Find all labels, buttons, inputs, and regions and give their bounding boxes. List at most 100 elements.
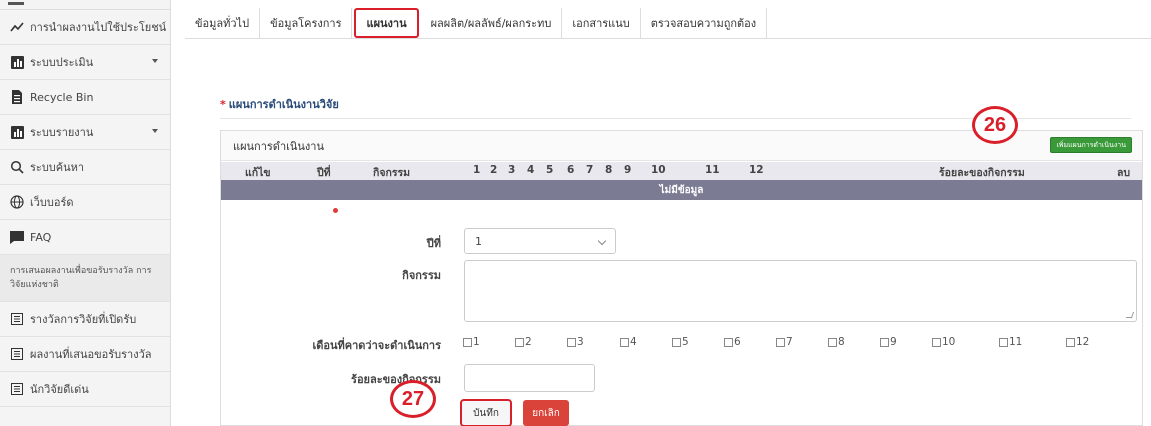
section-title: * แผนการดำเนินงานวิจัย: [220, 95, 339, 113]
month-label: 7: [786, 336, 793, 348]
year-label: ปีที่: [426, 237, 441, 250]
col-edit: แก้ไข: [245, 167, 271, 179]
month-label: 9: [890, 336, 897, 348]
sidebar-item-label: การนำผลงานไปใช้ประโยชน์: [30, 21, 167, 34]
checkbox-icon: [620, 337, 629, 347]
bar-chart-icon: [10, 55, 24, 69]
col-month-11: 11: [705, 164, 720, 176]
month-label: 3: [577, 336, 584, 348]
month-checkbox-4[interactable]: 4: [620, 336, 637, 348]
plan-panel: แผนการดำเนินงาน เพิ่มแผนการดำเนินงาน แก้…: [220, 130, 1143, 426]
col-month-5: 5: [546, 164, 554, 176]
sidebar-item-label: FAQ: [30, 230, 52, 244]
month-label: 5: [682, 336, 689, 348]
step-badge-27: 27: [390, 380, 436, 418]
no-data-row: ไม่มีข้อมูล: [221, 180, 1142, 200]
section-title-text: แผนการดำเนินงานวิจัย: [228, 98, 339, 111]
month-checkbox-5[interactable]: 5: [672, 336, 689, 348]
sidebar-item-reports[interactable]: ระบบรายงาน: [0, 115, 170, 150]
tab-project[interactable]: ข้อมูลโครงการ: [260, 8, 353, 38]
message-icon: [10, 230, 24, 244]
activity-label: กิจกรรม: [402, 269, 441, 282]
sidebar-item-submitted-works[interactable]: ผลงานที่เสนอขอรับรางวัล: [0, 337, 170, 372]
col-delete: ลบ: [1117, 167, 1131, 179]
caret-down-icon: [152, 59, 158, 63]
sidebar-item-faq[interactable]: FAQ: [0, 220, 170, 255]
list-icon: [10, 347, 24, 361]
sidebar-section-label: การเสนอผลงานเพื่อขอรับรางวัล การวิจัยแห่…: [10, 266, 152, 290]
month-label: 4: [630, 336, 637, 348]
tab-general[interactable]: ข้อมูลทั่วไป: [185, 8, 261, 38]
sidebar-item-label: ระบบประเมิน: [30, 56, 94, 69]
add-plan-button[interactable]: เพิ่มแผนการดำเนินงาน: [1050, 137, 1132, 153]
month-checkbox-7[interactable]: 7: [776, 336, 793, 348]
months-label: เดือนที่คาดว่าจะดำเนินการ: [312, 339, 441, 352]
col-month-4: 4: [527, 164, 535, 176]
sidebar-item-recycle-bin[interactable]: Recycle Bin: [0, 80, 170, 115]
month-checkbox-3[interactable]: 3: [567, 336, 584, 348]
checkbox-icon: [776, 337, 785, 347]
sidebar-item-label: รางวัลการวิจัยที่เปิดรับ: [30, 313, 137, 326]
month-checkbox-9[interactable]: 9: [880, 336, 897, 348]
col-month-8: 8: [605, 164, 613, 176]
sidebar-item-utilization[interactable]: การนำผลงานไปใช้ประโยชน์: [0, 10, 170, 45]
month-checkbox-6[interactable]: 6: [724, 336, 741, 348]
sidebar-item-outstanding-researcher[interactable]: นักวิจัยดีเด่น: [0, 372, 170, 407]
col-month-12: 12: [749, 164, 764, 176]
menu-icon[interactable]: [8, 2, 24, 5]
resize-grip-icon[interactable]: [1125, 312, 1135, 318]
sidebar-item-label: Recycle Bin: [30, 90, 94, 104]
table-header: แก้ไข ปีที่ กิจกรรม 1 2 3 4 5 6 7 8 9 10…: [221, 162, 1142, 180]
sidebar-item-label: เว็บบอร์ด: [30, 196, 74, 209]
tab-outputs[interactable]: ผลผลิต/ผลลัพธ์/ผลกระทบ: [421, 8, 563, 38]
tab-validation[interactable]: ตรวจสอบความถูกต้อง: [641, 8, 768, 38]
col-month-7: 7: [586, 164, 594, 176]
col-month-9: 9: [624, 164, 632, 176]
col-month-2: 2: [490, 164, 498, 176]
month-label: 10: [942, 336, 956, 348]
bar-chart-icon: [10, 125, 24, 139]
month-checkbox-11[interactable]: 11: [999, 336, 1022, 348]
month-checkbox-8[interactable]: 8: [828, 336, 845, 348]
col-month-3: 3: [508, 164, 516, 176]
save-button[interactable]: บันทึก: [460, 399, 512, 426]
checkbox-icon: [1066, 337, 1075, 347]
sidebar-top: [0, 0, 170, 10]
sidebar-item-webboard[interactable]: เว็บบอร์ด: [0, 185, 170, 220]
cursor-dot: [333, 208, 338, 213]
month-label: 2: [525, 336, 532, 348]
month-checkbox-12[interactable]: 12: [1066, 336, 1089, 348]
month-label: 12: [1076, 336, 1090, 348]
month-checkbox-10[interactable]: 10: [932, 336, 955, 348]
col-year: ปีที่: [317, 167, 331, 179]
col-month-1: 1: [473, 164, 481, 176]
search-icon: [10, 160, 24, 174]
percent-input[interactable]: [464, 364, 595, 392]
activity-textarea[interactable]: [464, 260, 1137, 322]
cancel-button[interactable]: ยกเลิก: [523, 400, 569, 426]
col-percent: ร้อยละของกิจกรรม: [939, 167, 1025, 179]
sidebar-item-open-awards[interactable]: รางวัลการวิจัยที่เปิดรับ: [0, 302, 170, 337]
sidebar-item-label: นักวิจัยดีเด่น: [30, 383, 89, 396]
sidebar-section-award: การเสนอผลงานเพื่อขอรับรางวัล การวิจัยแห่…: [0, 255, 170, 302]
sidebar-item-evaluation[interactable]: ระบบประเมิน: [0, 45, 170, 80]
checkbox-icon: [672, 337, 681, 347]
required-mark: *: [220, 98, 226, 111]
year-select[interactable]: 1: [464, 228, 616, 254]
col-activity: กิจกรรม: [373, 167, 411, 179]
tab-plan[interactable]: แผนงาน: [354, 8, 419, 38]
month-checkbox-2[interactable]: 2: [515, 336, 532, 348]
month-checkbox-1[interactable]: 1: [463, 336, 480, 348]
sidebar-item-label: ผลงานที่เสนอขอรับรางวัล: [30, 348, 152, 361]
checkbox-icon: [463, 337, 472, 347]
sidebar: การนำผลงานไปใช้ประโยชน์ ระบบประเมิน Recy…: [0, 0, 171, 426]
sidebar-item-label: ระบบค้นหา: [30, 161, 85, 174]
tab-attachments[interactable]: เอกสารแนบ: [562, 8, 641, 38]
year-select-value: 1: [475, 234, 482, 248]
panel-title: แผนการดำเนินงาน: [233, 139, 324, 153]
sidebar-item-label: ระบบรายงาน: [30, 126, 94, 139]
sidebar-item-search[interactable]: ระบบค้นหา: [0, 150, 170, 185]
trend-line-icon: [10, 20, 24, 34]
month-label: 8: [838, 336, 845, 348]
document-icon: [10, 90, 24, 104]
